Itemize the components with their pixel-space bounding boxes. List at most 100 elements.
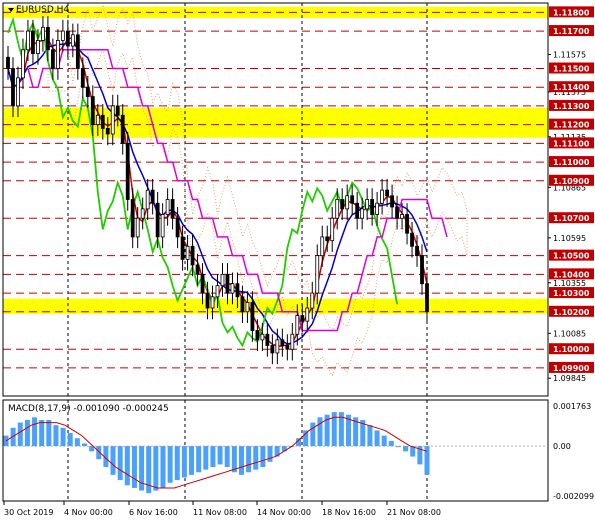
candle-body bbox=[210, 296, 215, 309]
macd-bar bbox=[131, 446, 137, 488]
candle-body bbox=[415, 245, 419, 257]
macd-axis-label: 0.001763 bbox=[553, 402, 591, 411]
candle-body bbox=[350, 195, 355, 204]
price-level-label: 1.10000 bbox=[553, 345, 590, 354]
highlight-band bbox=[3, 107, 548, 138]
macd-bar bbox=[224, 446, 230, 468]
candle-body bbox=[55, 40, 60, 69]
candle-body bbox=[46, 26, 50, 51]
candle-body bbox=[200, 273, 205, 294]
macd-bar bbox=[381, 435, 387, 447]
candle-body bbox=[300, 315, 305, 322]
price-tick-label: 1.10595 bbox=[553, 234, 586, 243]
candle-body bbox=[425, 283, 429, 313]
candle-body bbox=[225, 273, 230, 294]
candle-body bbox=[355, 202, 360, 219]
time-axis-label: 18 Nov 16:00 bbox=[322, 508, 376, 517]
candle-body bbox=[295, 315, 300, 335]
candle-body bbox=[305, 307, 310, 322]
macd-bar bbox=[32, 417, 38, 447]
candle-body bbox=[290, 333, 295, 350]
macd-bar bbox=[39, 419, 45, 447]
macd-bar bbox=[110, 446, 116, 475]
price-level-label: 1.11700 bbox=[553, 27, 590, 36]
candle-body bbox=[26, 30, 30, 51]
macd-bar bbox=[17, 422, 23, 447]
candle-body bbox=[115, 105, 120, 116]
macd-bar bbox=[317, 417, 323, 447]
macd-bar bbox=[303, 430, 309, 447]
candle-body bbox=[245, 302, 250, 313]
price-level-label: 1.09900 bbox=[553, 364, 590, 373]
candle-body bbox=[130, 199, 135, 238]
candle-body bbox=[36, 40, 40, 54]
price-level-label: 1.10300 bbox=[553, 289, 590, 298]
candle-body bbox=[120, 114, 125, 144]
macd-bar bbox=[181, 446, 187, 478]
candle-body bbox=[315, 255, 320, 294]
candle-body bbox=[330, 217, 335, 242]
candle-body bbox=[6, 56, 10, 69]
candle-body bbox=[160, 214, 165, 238]
candle-body bbox=[320, 236, 325, 257]
trading-chart[interactable]: 1.115751.113751.111351.108651.105951.103… bbox=[0, 0, 595, 524]
price-level-label: 1.11500 bbox=[553, 65, 590, 74]
macd-bar bbox=[74, 438, 80, 447]
price-tick-label: 1.09845 bbox=[553, 374, 586, 383]
candle-body bbox=[75, 34, 80, 69]
candle-body bbox=[90, 96, 95, 126]
candle-body bbox=[180, 236, 185, 260]
candle-body bbox=[100, 114, 105, 129]
candle-body bbox=[340, 199, 345, 210]
price-level-label: 1.11400 bbox=[553, 83, 590, 92]
candle-body bbox=[65, 30, 70, 47]
candle-body bbox=[255, 330, 260, 341]
price-tick-label: 1.11575 bbox=[553, 50, 586, 59]
macd-bar bbox=[203, 446, 209, 470]
candle-body bbox=[205, 292, 210, 309]
candle-body bbox=[31, 30, 35, 54]
candle-body bbox=[185, 245, 190, 260]
price-level-label: 1.11300 bbox=[553, 102, 590, 111]
time-axis-label: 30 Oct 2019 bbox=[4, 508, 53, 517]
symbol-title-group[interactable]: EURUSD,H4 bbox=[8, 5, 69, 15]
candle-body bbox=[270, 345, 275, 354]
candle-body bbox=[390, 195, 394, 208]
candle-body bbox=[16, 77, 20, 107]
candle-body bbox=[110, 105, 115, 135]
macd-axis-label: 0.00 bbox=[553, 442, 571, 451]
macd-bar bbox=[260, 446, 266, 468]
macd-bar bbox=[196, 446, 202, 473]
candle-body bbox=[235, 283, 240, 298]
candle-body bbox=[215, 285, 220, 298]
candle-body bbox=[420, 255, 424, 285]
candle-body bbox=[165, 199, 170, 215]
macd-bar bbox=[374, 430, 380, 447]
macd-bar bbox=[310, 422, 316, 447]
price-tick-label: 1.10085 bbox=[553, 329, 586, 338]
candle-body bbox=[125, 142, 130, 200]
candle-body bbox=[190, 245, 195, 266]
macd-bar bbox=[189, 446, 195, 475]
candle-body bbox=[365, 199, 370, 210]
macd-bar bbox=[267, 446, 273, 462]
candle-body bbox=[175, 217, 180, 238]
price-level-label: 1.10400 bbox=[553, 270, 590, 279]
macd-bar bbox=[217, 446, 223, 465]
candle-body bbox=[375, 202, 380, 215]
macd-bar bbox=[238, 446, 244, 475]
candle-body bbox=[140, 208, 145, 219]
candle-body bbox=[80, 68, 85, 88]
candle-body bbox=[275, 339, 280, 354]
candle-body bbox=[70, 34, 75, 47]
macd-bar bbox=[174, 446, 180, 481]
price-level-label: 1.10900 bbox=[553, 177, 590, 186]
price-tick-label: 1.10355 bbox=[553, 279, 586, 288]
candle-body bbox=[410, 232, 414, 247]
candle-body bbox=[260, 333, 265, 341]
candle-body bbox=[230, 283, 235, 294]
candle-body bbox=[155, 202, 160, 238]
candle-body bbox=[400, 214, 404, 219]
macd-bar bbox=[67, 433, 73, 447]
candle-body bbox=[150, 189, 155, 204]
